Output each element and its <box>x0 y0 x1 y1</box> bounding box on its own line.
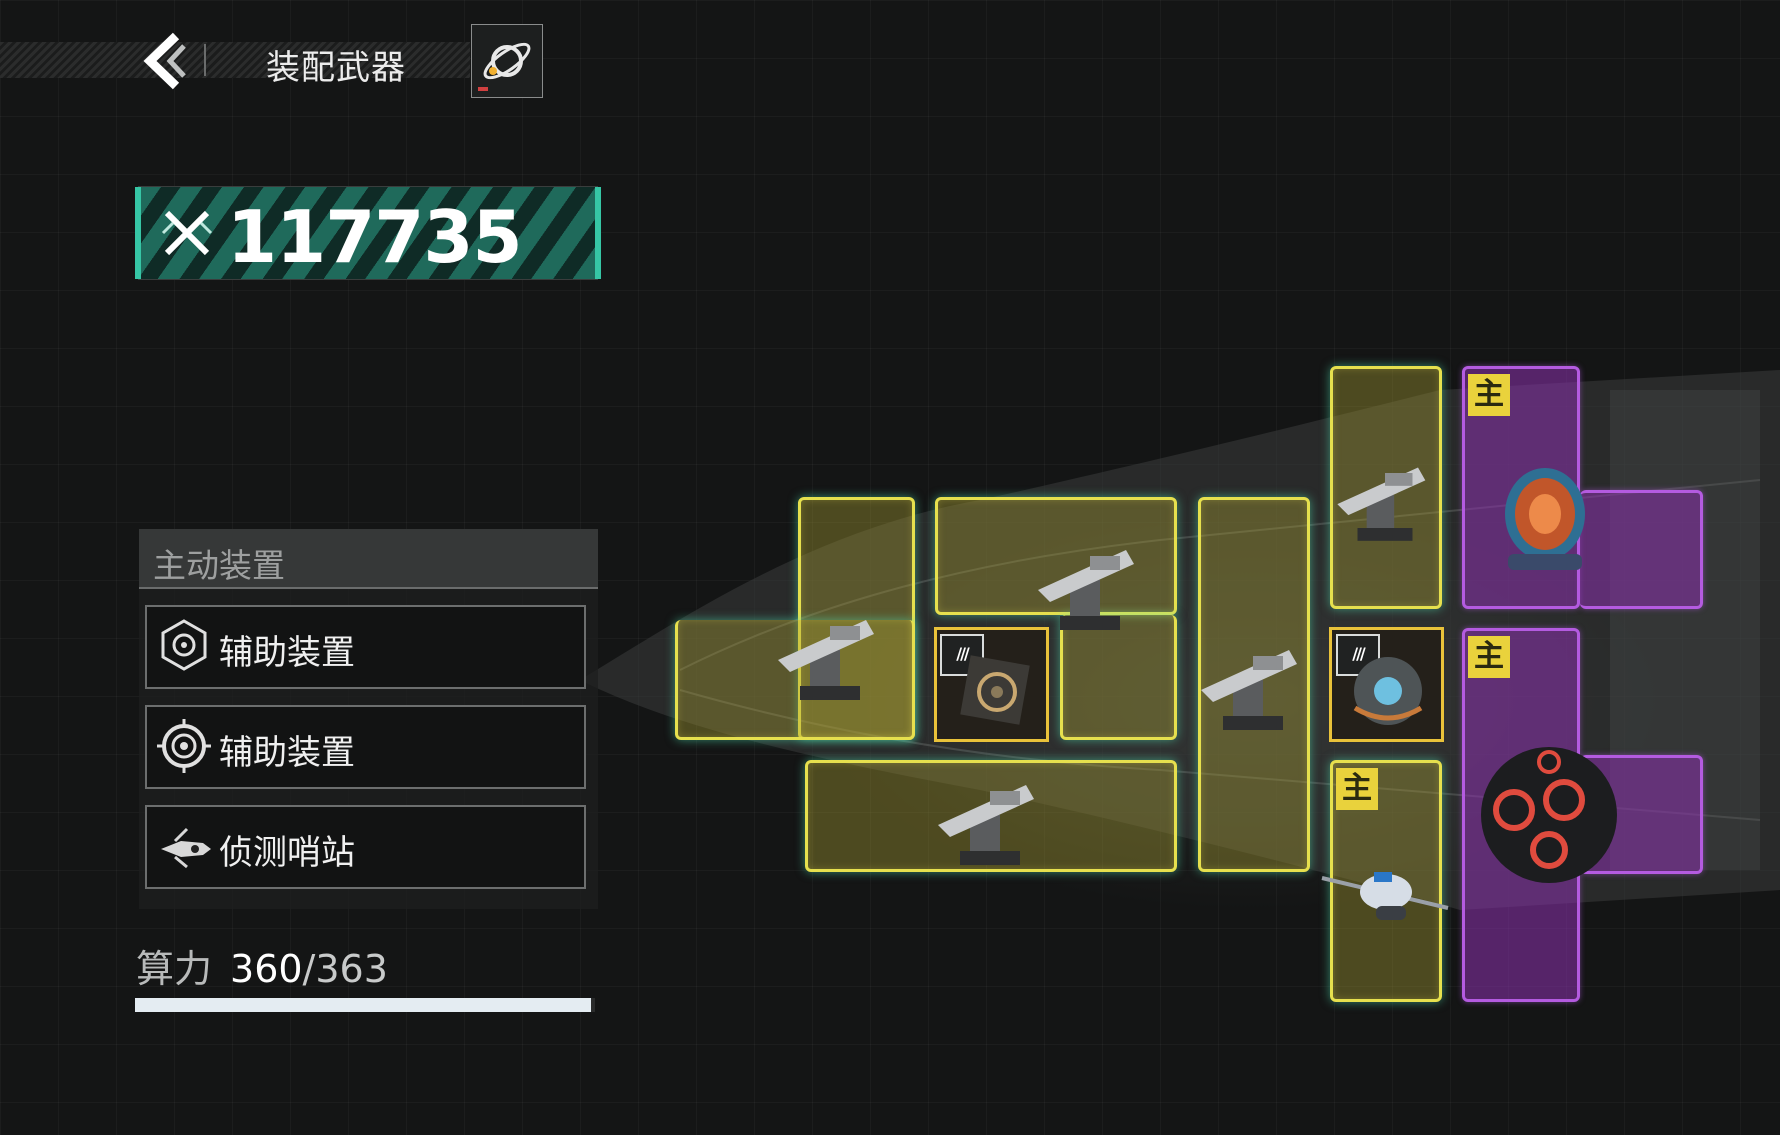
planet-button[interactable] <box>471 24 543 98</box>
menu-item-label: 侦测哨站 <box>219 833 355 873</box>
menu-item-auxiliary-1[interactable]: 辅助装置 <box>145 605 586 689</box>
drone-ship-icon <box>161 827 211 869</box>
main-badge: 主 <box>1468 374 1510 416</box>
combat-power-panel: 117735 <box>135 186 601 280</box>
target-ring-icon <box>157 719 211 773</box>
device-menu: 主动装置 辅助装置 辅助装置 侦测哨站 <box>139 529 598 909</box>
back-chevron-icon <box>143 32 186 90</box>
menu-item-auxiliary-2[interactable]: 辅助装置 <box>145 705 586 789</box>
turret-icon <box>1337 467 1426 541</box>
planet-orbit-icon <box>478 42 531 91</box>
header-divider <box>204 44 206 76</box>
turret-icon <box>778 620 874 700</box>
menu-heading-label: 主动装置 <box>153 546 285 585</box>
orb-module-icon <box>1353 657 1423 725</box>
compute-total: /363 <box>302 947 388 991</box>
crossed-swords-icon <box>161 210 213 256</box>
turret-icon <box>938 785 1034 865</box>
core-module-icon <box>960 655 1030 725</box>
compute-readout: 算力 360/363 <box>136 938 388 993</box>
radar-emblem-icon <box>161 619 207 671</box>
compute-progress-bar <box>135 998 595 1012</box>
back-button[interactable] <box>140 32 190 90</box>
page-title: 装配武器 <box>266 48 406 88</box>
combat-power-value: 117735 <box>227 195 523 279</box>
main-badge: 主 <box>1336 768 1378 810</box>
menu-item-label: 辅助装置 <box>219 633 355 673</box>
compute-used: 360 <box>230 947 303 991</box>
compute-label: 算力 <box>136 947 213 991</box>
menu-heading: 主动装置 <box>139 529 598 589</box>
turret-icon <box>1201 650 1297 730</box>
recon-drone-icon <box>1321 872 1449 920</box>
compute-progress-fill <box>135 998 592 1012</box>
sphere-device-icon <box>1481 747 1617 883</box>
reactor-core-icon <box>1505 468 1585 570</box>
turret-icon <box>1038 550 1134 630</box>
menu-item-recon-outpost[interactable]: 侦测哨站 <box>145 805 586 889</box>
main-badge: 主 <box>1468 636 1510 678</box>
menu-item-label: 辅助装置 <box>219 733 355 773</box>
